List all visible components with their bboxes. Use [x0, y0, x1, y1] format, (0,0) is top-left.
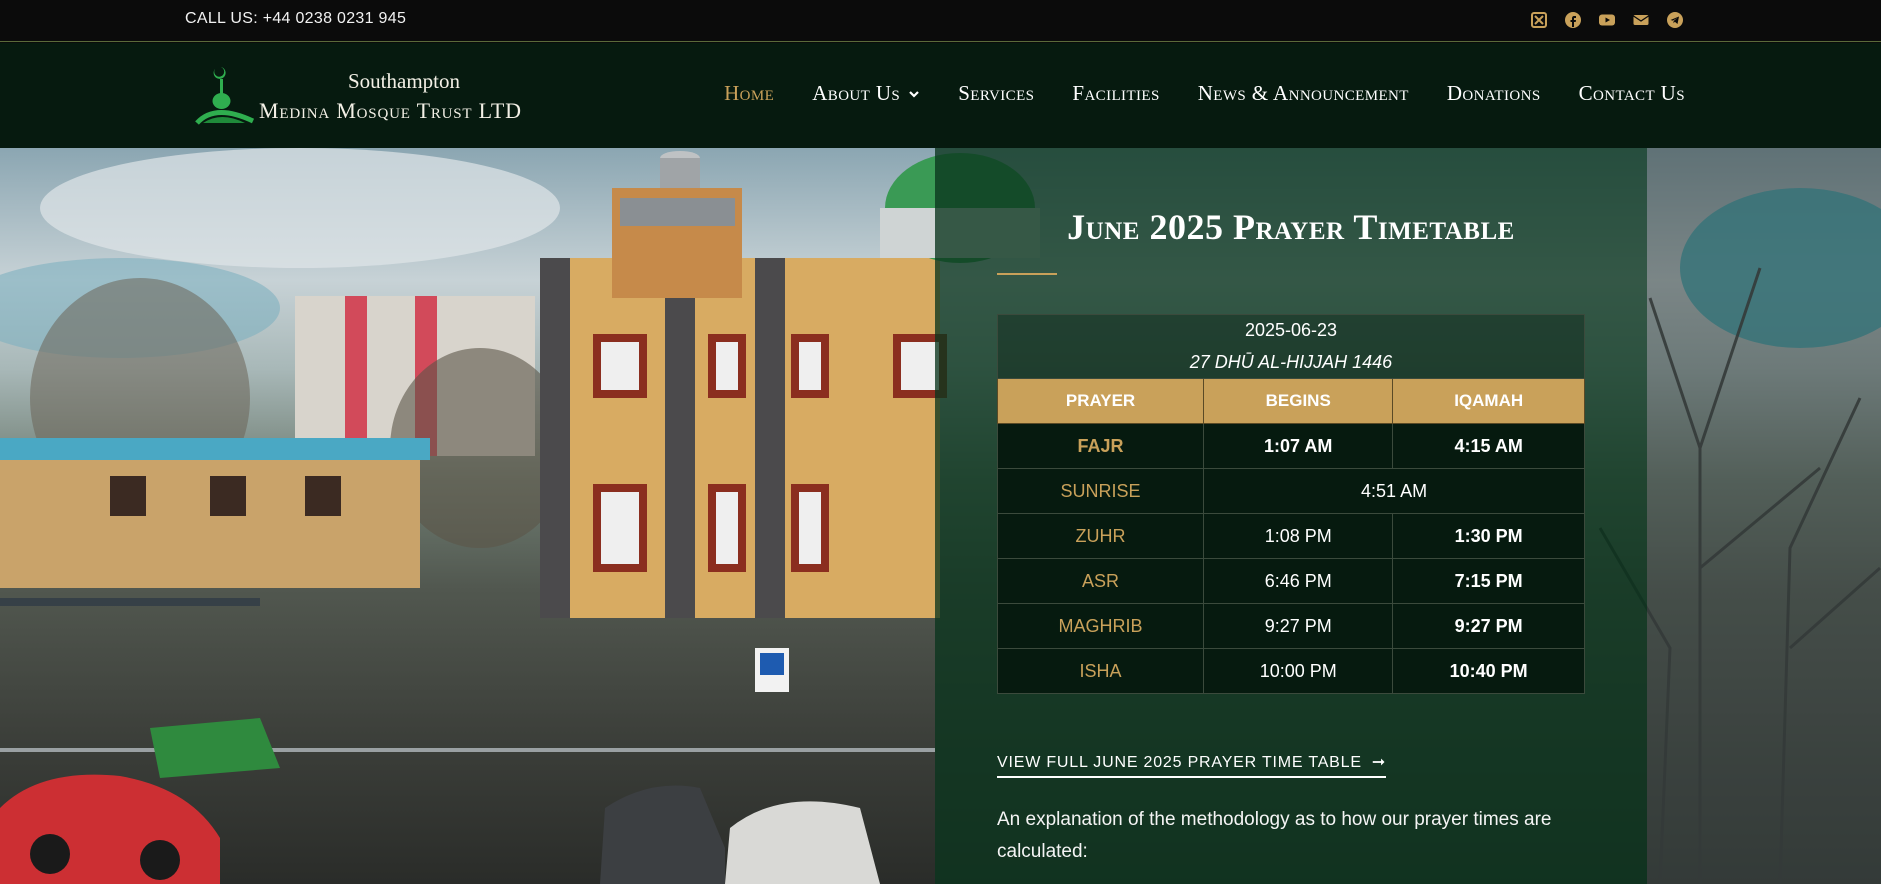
- nav-item-about-us-label: About Us: [812, 81, 901, 105]
- table-row: ZUHR 1:08 PM 1:30 PM: [996, 513, 1585, 559]
- nav-item-services[interactable]: Services: [958, 81, 1034, 106]
- brand-line-2: Medina Mosque Trust LTD: [259, 98, 522, 123]
- mosque-logo-icon: [195, 67, 255, 125]
- table-row: MAGHRIB 9:27 PM 9:27 PM: [996, 603, 1585, 649]
- prayer-name: SUNRISE: [996, 468, 1205, 514]
- col-header-prayer: PRAYER: [996, 378, 1205, 424]
- begins-time: 1:08 PM: [1203, 513, 1394, 559]
- prayer-name: ASR: [996, 558, 1205, 604]
- begins-time: 6:46 PM: [1203, 558, 1394, 604]
- nav-item-contact-us[interactable]: Contact Us: [1579, 81, 1685, 106]
- col-header-begins: BEGINS: [1203, 378, 1394, 424]
- prayer-name: MAGHRIB: [996, 603, 1205, 649]
- title-underline: [997, 273, 1057, 275]
- table-row: FAJR 1:07 AM 4:15 AM: [996, 423, 1585, 469]
- social-links: [1528, 9, 1686, 31]
- iqamah-time: 7:15 PM: [1392, 558, 1585, 604]
- email-icon[interactable]: [1630, 9, 1652, 31]
- table-row: ISHA 10:00 PM 10:40 PM: [996, 648, 1585, 694]
- table-row: SUNRISE 4:51 AM: [996, 468, 1585, 514]
- site-logo[interactable]: Southampton Medina Mosque Trust LTD: [195, 63, 565, 129]
- prayer-name: ZUHR: [996, 513, 1205, 559]
- methodology-text: An explanation of the methodology as to …: [997, 809, 1552, 862]
- iqamah-time: 1:30 PM: [1392, 513, 1585, 559]
- chevron-down-icon: [909, 90, 919, 98]
- facebook-icon[interactable]: [1562, 9, 1584, 31]
- begins-time: 10:00 PM: [1203, 648, 1394, 694]
- table-row: ASR 6:46 PM 7:15 PM: [996, 558, 1585, 604]
- prayer-name: ISHA: [996, 648, 1205, 694]
- begins-time: 1:07 AM: [1203, 423, 1394, 469]
- full-timetable-link[interactable]: VIEW FULL JUNE 2025 PRAYER TIME TABLE ➞: [997, 752, 1387, 778]
- hero-section: June 2025 Prayer Timetable 2025-06-23 27…: [0, 148, 1881, 884]
- brand-line-1: Southampton: [348, 69, 461, 93]
- nav-item-about-us[interactable]: About Us: [812, 81, 920, 106]
- hijri-date: 27 DHŪ AL-HIJJAH 1446: [997, 346, 1585, 379]
- full-timetable-link-label: VIEW FULL JUNE 2025 PRAYER TIME TABLE: [997, 754, 1362, 771]
- begins-time: 9:27 PM: [1203, 603, 1394, 649]
- nav-item-home[interactable]: Home: [724, 81, 774, 106]
- nav-item-donations[interactable]: Donations: [1447, 81, 1541, 106]
- prayer-name: FAJR: [996, 423, 1205, 469]
- x-icon[interactable]: [1528, 9, 1550, 31]
- iqamah-time: 4:15 AM: [1392, 423, 1585, 469]
- iqamah-time: 10:40 PM: [1392, 648, 1585, 694]
- col-header-iqamah: IQAMAH: [1392, 378, 1585, 424]
- prayer-timetable: 2025-06-23 27 DHŪ AL-HIJJAH 1446 PRAYER …: [996, 314, 1585, 694]
- gregorian-date: 2025-06-23: [997, 314, 1585, 347]
- telegram-icon[interactable]: [1664, 9, 1686, 31]
- nav-item-news[interactable]: News & Announcement: [1198, 81, 1409, 106]
- nav-item-facilities[interactable]: Facilities: [1072, 81, 1159, 106]
- arrow-right-icon: ➞: [1371, 754, 1387, 771]
- sunrise-time: 4:51 AM: [1203, 468, 1585, 514]
- phone-number[interactable]: CALL US: +44 0238 0231 945: [185, 10, 406, 28]
- site-header: Southampton Medina Mosque Trust LTD Home…: [0, 43, 1881, 148]
- main-nav: Home About Us Services Facilities News &…: [686, 81, 1685, 106]
- iqamah-time: 9:27 PM: [1392, 603, 1585, 649]
- youtube-icon[interactable]: [1596, 9, 1618, 31]
- timetable-title: June 2025 Prayer Timetable: [1067, 207, 1515, 247]
- top-bar: CALL US: +44 0238 0231 945: [0, 0, 1881, 42]
